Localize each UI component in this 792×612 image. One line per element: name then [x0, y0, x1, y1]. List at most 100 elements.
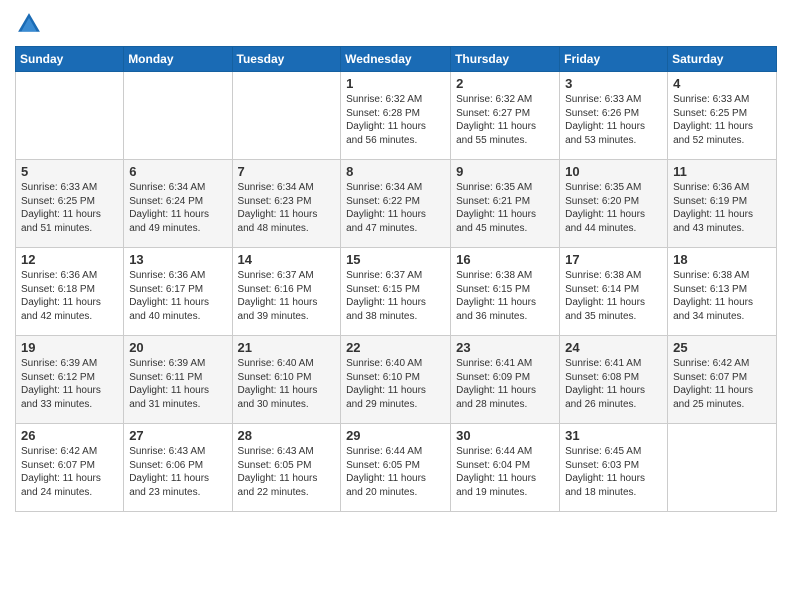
day-info: Sunrise: 6:38 AMSunset: 6:14 PMDaylight:…: [565, 269, 662, 323]
day-info: Sunrise: 6:33 AMSunset: 6:25 PMDaylight:…: [21, 181, 118, 235]
day-info: Sunrise: 6:33 AMSunset: 6:25 PMDaylight:…: [673, 93, 771, 147]
day-info: Sunrise: 6:44 AMSunset: 6:05 PMDaylight:…: [346, 445, 445, 499]
day-cell: 20Sunrise: 6:39 AMSunset: 6:11 PMDayligh…: [124, 336, 232, 424]
day-cell: 16 Sunrise: 6:38 AMSunset: 6:15 PMDayligh…: [451, 248, 560, 336]
day-info: Sunrise: 6:36 AMSunset: 6:18 PMDaylight:…: [21, 269, 118, 323]
day-info: Sunrise: 6:42 AMSunset: 6:07 PMDaylight:…: [21, 445, 118, 499]
day-cell: 8 Sunrise: 6:34 AMSunset: 6:22 PMDaylight…: [341, 160, 451, 248]
day-number: 1: [346, 76, 445, 91]
day-cell: 31 Sunrise: 6:45 AMSunset: 6:03 PMDayligh…: [560, 424, 668, 512]
day-number: 16: [456, 252, 554, 267]
day-number: 6: [129, 164, 226, 179]
day-number: 4: [673, 76, 771, 91]
day-info: Sunrise: 6:37 AMSunset: 6:15 PMDaylight:…: [346, 269, 445, 323]
day-cell: 2 Sunrise: 6:32 AMSunset: 6:27 PMDaylight…: [451, 72, 560, 160]
day-cell: 5 Sunrise: 6:33 AMSunset: 6:25 PMDaylight…: [16, 160, 124, 248]
day-cell: 19Sunrise: 6:39 AMSunset: 6:12 PMDayligh…: [16, 336, 124, 424]
day-cell: 4 Sunrise: 6:33 AMSunset: 6:25 PMDaylight…: [668, 72, 777, 160]
week-row-0: 1 Sunrise: 6:32 AMSunset: 6:28 PMDaylight…: [16, 72, 777, 160]
day-number: 2: [456, 76, 554, 91]
weekday-wednesday: Wednesday: [341, 47, 451, 72]
day-cell: 30Sunrise: 6:44 AMSunset: 6:04 PMDayligh…: [451, 424, 560, 512]
day-cell: 13 Sunrise: 6:36 AMSunset: 6:17 PMDayligh…: [124, 248, 232, 336]
day-info: Sunrise: 6:43 AMSunset: 6:05 PMDaylight:…: [238, 445, 336, 499]
day-info: Sunrise: 6:40 AMSunset: 6:10 PMDaylight:…: [238, 357, 336, 411]
day-number: 11: [673, 164, 771, 179]
day-number: 8: [346, 164, 445, 179]
day-cell: 15 Sunrise: 6:37 AMSunset: 6:15 PMDayligh…: [341, 248, 451, 336]
day-cell: 6 Sunrise: 6:34 AMSunset: 6:24 PMDaylight…: [124, 160, 232, 248]
day-number: 12: [21, 252, 118, 267]
day-info: Sunrise: 6:39 AMSunset: 6:11 PMDaylight:…: [129, 357, 226, 411]
day-number: 7: [238, 164, 336, 179]
day-info: Sunrise: 6:32 AMSunset: 6:27 PMDaylight:…: [456, 93, 554, 147]
day-info: Sunrise: 6:41 AMSunset: 6:08 PMDaylight:…: [565, 357, 662, 411]
day-info: Sunrise: 6:35 AMSunset: 6:20 PMDaylight:…: [565, 181, 662, 235]
logo: [15, 10, 47, 38]
page: SundayMondayTuesdayWednesdayThursdayFrid…: [0, 0, 792, 612]
day-cell: 3 Sunrise: 6:33 AMSunset: 6:26 PMDaylight…: [560, 72, 668, 160]
day-number: 29: [346, 428, 445, 443]
day-info: Sunrise: 6:33 AMSunset: 6:26 PMDaylight:…: [565, 93, 662, 147]
day-number: 14: [238, 252, 336, 267]
day-number: 30: [456, 428, 554, 443]
day-number: 13: [129, 252, 226, 267]
day-cell: 29 Sunrise: 6:44 AMSunset: 6:05 PMDayligh…: [341, 424, 451, 512]
weekday-saturday: Saturday: [668, 47, 777, 72]
day-number: 19: [21, 340, 118, 355]
calendar-table: SundayMondayTuesdayWednesdayThursdayFrid…: [15, 46, 777, 512]
day-number: 18: [673, 252, 771, 267]
day-cell: 22Sunrise: 6:40 AMSunset: 6:10 PMDayligh…: [341, 336, 451, 424]
day-cell: 1 Sunrise: 6:32 AMSunset: 6:28 PMDaylight…: [341, 72, 451, 160]
day-number: 15: [346, 252, 445, 267]
day-info: Sunrise: 6:32 AMSunset: 6:28 PMDaylight:…: [346, 93, 445, 147]
day-cell: 24 Sunrise: 6:41 AMSunset: 6:08 PMDayligh…: [560, 336, 668, 424]
day-info: Sunrise: 6:45 AMSunset: 6:03 PMDaylight:…: [565, 445, 662, 499]
header: [15, 10, 777, 38]
day-number: 25: [673, 340, 771, 355]
day-cell: 25Sunrise: 6:42 AMSunset: 6:07 PMDayligh…: [668, 336, 777, 424]
day-info: Sunrise: 6:34 AMSunset: 6:22 PMDaylight:…: [346, 181, 445, 235]
day-number: 23: [456, 340, 554, 355]
day-info: Sunrise: 6:41 AMSunset: 6:09 PMDaylight:…: [456, 357, 554, 411]
logo-icon: [15, 10, 43, 38]
day-number: 9: [456, 164, 554, 179]
day-number: 31: [565, 428, 662, 443]
weekday-tuesday: Tuesday: [232, 47, 341, 72]
week-row-2: 12 Sunrise: 6:36 AMSunset: 6:18 PMDayligh…: [16, 248, 777, 336]
calendar-header: SundayMondayTuesdayWednesdayThursdayFrid…: [16, 47, 777, 72]
day-cell: 27 Sunrise: 6:43 AMSunset: 6:06 PMDayligh…: [124, 424, 232, 512]
day-info: Sunrise: 6:34 AMSunset: 6:23 PMDaylight:…: [238, 181, 336, 235]
day-cell: 9 Sunrise: 6:35 AMSunset: 6:21 PMDaylight…: [451, 160, 560, 248]
day-info: Sunrise: 6:34 AMSunset: 6:24 PMDaylight:…: [129, 181, 226, 235]
weekday-thursday: Thursday: [451, 47, 560, 72]
day-info: Sunrise: 6:40 AMSunset: 6:10 PMDaylight:…: [346, 357, 445, 411]
day-number: 28: [238, 428, 336, 443]
day-info: Sunrise: 6:38 AMSunset: 6:15 PMDaylight:…: [456, 269, 554, 323]
day-cell: 7 Sunrise: 6:34 AMSunset: 6:23 PMDaylight…: [232, 160, 341, 248]
day-number: 26: [21, 428, 118, 443]
weekday-sunday: Sunday: [16, 47, 124, 72]
week-row-1: 5 Sunrise: 6:33 AMSunset: 6:25 PMDaylight…: [16, 160, 777, 248]
day-cell: [124, 72, 232, 160]
day-info: Sunrise: 6:36 AMSunset: 6:17 PMDaylight:…: [129, 269, 226, 323]
day-number: 5: [21, 164, 118, 179]
day-cell: 12 Sunrise: 6:36 AMSunset: 6:18 PMDayligh…: [16, 248, 124, 336]
day-info: Sunrise: 6:43 AMSunset: 6:06 PMDaylight:…: [129, 445, 226, 499]
day-cell: 26 Sunrise: 6:42 AMSunset: 6:07 PMDayligh…: [16, 424, 124, 512]
calendar-body: 1 Sunrise: 6:32 AMSunset: 6:28 PMDaylight…: [16, 72, 777, 512]
day-number: 27: [129, 428, 226, 443]
weekday-row: SundayMondayTuesdayWednesdayThursdayFrid…: [16, 47, 777, 72]
day-cell: 14 Sunrise: 6:37 AMSunset: 6:16 PMDayligh…: [232, 248, 341, 336]
day-number: 24: [565, 340, 662, 355]
day-number: 17: [565, 252, 662, 267]
day-info: Sunrise: 6:37 AMSunset: 6:16 PMDaylight:…: [238, 269, 336, 323]
day-cell: 18 Sunrise: 6:38 AMSunset: 6:13 PMDayligh…: [668, 248, 777, 336]
day-info: Sunrise: 6:35 AMSunset: 6:21 PMDaylight:…: [456, 181, 554, 235]
day-cell: [668, 424, 777, 512]
day-number: 21: [238, 340, 336, 355]
day-info: Sunrise: 6:38 AMSunset: 6:13 PMDaylight:…: [673, 269, 771, 323]
day-cell: [16, 72, 124, 160]
week-row-4: 26 Sunrise: 6:42 AMSunset: 6:07 PMDayligh…: [16, 424, 777, 512]
day-number: 3: [565, 76, 662, 91]
